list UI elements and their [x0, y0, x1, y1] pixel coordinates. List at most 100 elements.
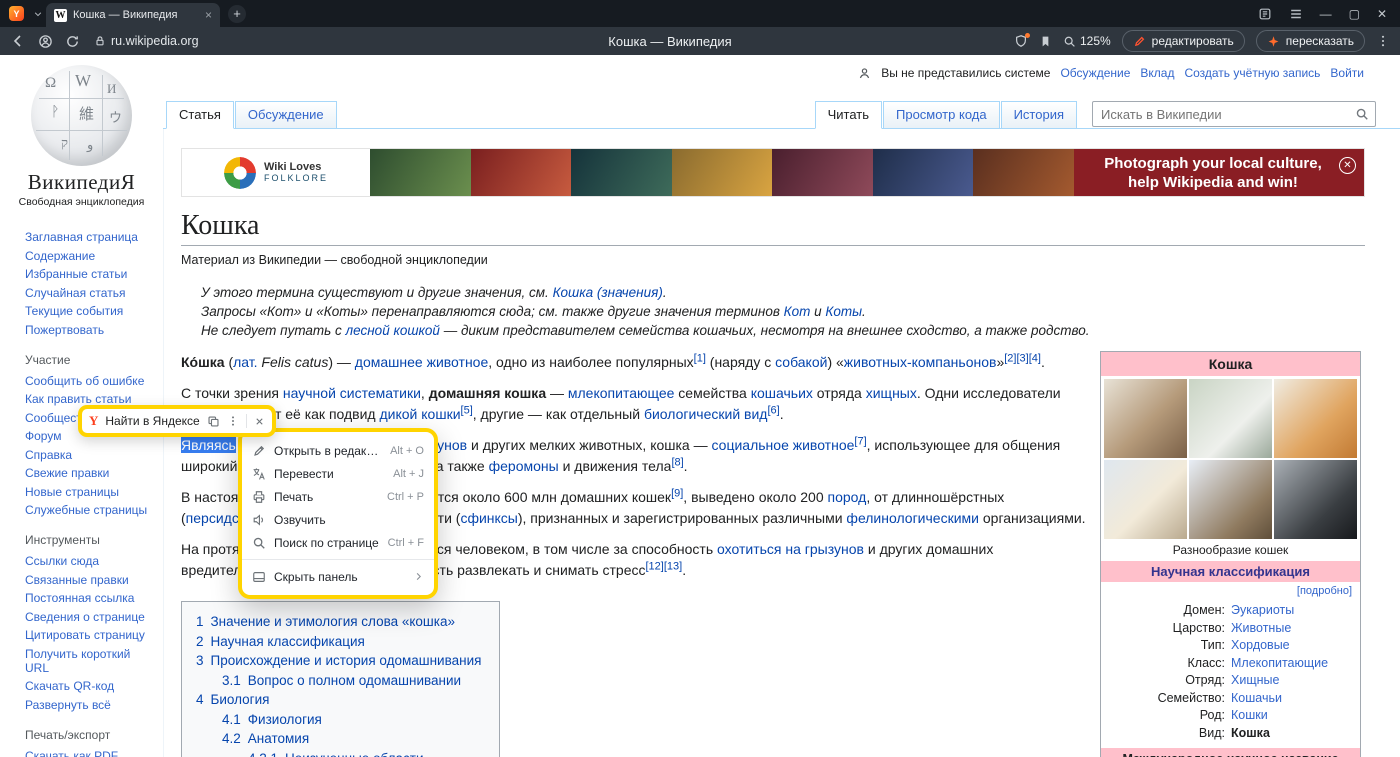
address-bar[interactable]: ru.wikipedia.org — [94, 34, 199, 48]
sidebar-item[interactable]: Как править статьи — [25, 392, 157, 406]
reference-link[interactable]: [7] — [854, 435, 866, 447]
wlf-banner[interactable]: Wiki Loves FOLKLORE Photograph your loca… — [181, 148, 1365, 197]
menu-icon[interactable] — [1289, 7, 1303, 21]
sidebar-item[interactable]: Служебные страницы — [25, 503, 157, 517]
tab-читать[interactable]: Читать — [815, 101, 882, 129]
wiki-link[interactable]: кошачьих — [751, 385, 813, 401]
classification-header[interactable]: Научная классификация — [1101, 561, 1360, 582]
toc-item[interactable]: 3Происхождение и история одомашнивания — [196, 651, 481, 671]
reference-link[interactable]: [1] — [694, 352, 706, 364]
wiki-link[interactable]: феромоны — [489, 458, 559, 474]
toc-item[interactable]: 3.1Вопрос о полном одомашнивании — [222, 671, 481, 691]
reference-marker[interactable]: [8] — [671, 456, 683, 468]
menu-item-search[interactable]: Поиск по страницеCtrl + F — [242, 531, 434, 554]
reference-link[interactable]: [5] — [461, 404, 473, 416]
sidebar-item[interactable]: Цитировать страницу — [25, 628, 157, 642]
reference-marker[interactable]: [7] — [854, 435, 866, 447]
sidebar-item[interactable]: Текущие события — [25, 304, 157, 318]
toc-item[interactable]: 4Биология — [196, 690, 481, 710]
sidebar-item[interactable]: Ссылки сюда — [25, 554, 157, 568]
personal-link-войти[interactable]: Войти — [1330, 66, 1364, 80]
wiki-link[interactable]: сфинксы — [460, 510, 517, 526]
details-link[interactable]: [подробно] — [1297, 585, 1352, 597]
wiki-link[interactable]: охотиться на грызунов — [717, 541, 864, 557]
sidebar-item[interactable]: Новые страницы — [25, 485, 157, 499]
taxonomy-link[interactable]: Кошачьи — [1231, 691, 1282, 705]
wiki-link[interactable]: животных-компаньонов — [844, 354, 997, 370]
sidebar-item[interactable]: Пожертвовать — [25, 323, 157, 337]
wiki-link[interactable]: дикой кошки — [380, 406, 461, 422]
wiki-link[interactable]: биологический вид — [644, 406, 768, 422]
reference-marker[interactable]: [9] — [671, 487, 683, 499]
sidebar-item[interactable]: Справка — [25, 448, 157, 462]
reload-icon[interactable] — [65, 34, 80, 49]
wikipedia-globe-logo[interactable]: Ω W И ᚹ 維 ウ ק و — [31, 65, 132, 166]
taxonomy-link[interactable]: Животные — [1231, 621, 1291, 635]
new-tab-button[interactable]: + — [228, 5, 246, 23]
wiki-link[interactable]: лесной кошкой — [346, 323, 440, 338]
maximize-button[interactable]: ▢ — [1349, 7, 1360, 21]
menu-item-translate[interactable]: ПеревестиAlt + J — [242, 462, 434, 485]
tab-обсуждение[interactable]: Обсуждение — [235, 101, 337, 129]
wiki-link[interactable]: млекопитающее — [568, 385, 675, 401]
reference-link[interactable]: [9] — [671, 487, 683, 499]
reference-marker[interactable]: [6] — [767, 404, 779, 416]
menu-item-speaker[interactable]: Озвучить — [242, 508, 434, 531]
reference-marker[interactable]: [2][3][4] — [1004, 352, 1041, 364]
sidebar-item[interactable]: Скачать как PDF — [25, 749, 157, 757]
profile-icon[interactable] — [38, 34, 53, 49]
taxonomy-link[interactable]: Млекопитающие — [1231, 656, 1328, 670]
browser-tab[interactable]: W Кошка — Википедия × — [46, 3, 220, 27]
reference-marker[interactable]: [12][13] — [646, 560, 683, 572]
personal-link-обсуждение[interactable]: Обсуждение — [1060, 66, 1130, 80]
minimize-button[interactable]: — — [1320, 7, 1332, 21]
toc-item[interactable]: 1Значение и этимология слова «кошка» — [196, 612, 481, 632]
sidebar-item[interactable]: Заглавная страница — [25, 230, 157, 244]
personal-link-вклад[interactable]: Вклад — [1140, 66, 1174, 80]
tab-история[interactable]: История — [1001, 101, 1077, 129]
reference-link[interactable]: [2][3][4] — [1004, 352, 1041, 364]
find-in-yandex-label[interactable]: Найти в Яндексе — [105, 414, 199, 428]
reference-link[interactable]: [6] — [767, 404, 779, 416]
toc-item[interactable]: 2Научная классификация — [196, 632, 481, 652]
tab-статья[interactable]: Статья — [166, 101, 234, 129]
menu-item-printer[interactable]: ПечатьCtrl + P — [242, 485, 434, 508]
back-icon[interactable] — [10, 33, 26, 49]
sidebar-item[interactable]: Случайная статья — [25, 286, 157, 300]
yandex-browser-icon[interactable]: Y — [9, 6, 24, 21]
toc-item[interactable]: 4.1Физиология — [222, 710, 481, 730]
siamese-cat-photo[interactable] — [1104, 460, 1187, 539]
sidebar-item[interactable]: Сведения о странице — [25, 610, 157, 624]
reference-marker[interactable]: [5] — [461, 404, 473, 416]
personal-link-создать-учётную-запись[interactable]: Создать учётную запись — [1184, 66, 1320, 80]
popup-kebab-icon[interactable] — [227, 415, 239, 427]
toc-item[interactable]: 4.2.1Неизученные области — [248, 749, 481, 757]
toolbar-kebab-icon[interactable] — [1376, 34, 1390, 48]
sidebar-item[interactable]: Свежие правки — [25, 466, 157, 480]
zoom-control[interactable]: 125% — [1063, 34, 1111, 48]
edit-button[interactable]: редактировать — [1122, 30, 1245, 52]
tabby-cat-lying-photo[interactable] — [1104, 379, 1187, 458]
banner-close-icon[interactable]: ✕ — [1339, 157, 1356, 174]
reference-marker[interactable]: [1] — [694, 352, 706, 364]
tab-close-icon[interactable]: × — [205, 8, 212, 22]
close-button[interactable]: ✕ — [1377, 7, 1387, 21]
black-cat-photo[interactable] — [1274, 460, 1357, 539]
popup-close-icon[interactable] — [254, 416, 265, 427]
protect-shield-icon[interactable] — [1014, 34, 1028, 48]
taxonomy-link[interactable]: Кошки — [1231, 708, 1268, 722]
wiki-link[interactable]: Коты — [825, 304, 862, 319]
reference-link[interactable]: [8] — [671, 456, 683, 468]
taxonomy-link[interactable]: Эукариоты — [1231, 603, 1294, 617]
wiki-link[interactable]: научной систематики — [283, 385, 421, 401]
sidebar-item[interactable]: Постоянная ссылка — [25, 591, 157, 605]
wiki-link[interactable]: фелинологическими — [846, 510, 979, 526]
collections-icon[interactable] — [1258, 7, 1272, 21]
gray-white-cat-photo[interactable] — [1189, 379, 1272, 458]
wiki-link[interactable]: лат. — [233, 354, 257, 370]
menu-item-pencil[interactable]: Открыть в редактореAlt + O — [242, 439, 434, 462]
wiki-link[interactable]: хищных — [866, 385, 917, 401]
sidebar-item[interactable]: Связанные правки — [25, 573, 157, 587]
wikipedia-wordmark[interactable]: ВикипедиЯ — [0, 170, 163, 195]
wiki-link[interactable]: Кошка (значения) — [553, 285, 663, 300]
